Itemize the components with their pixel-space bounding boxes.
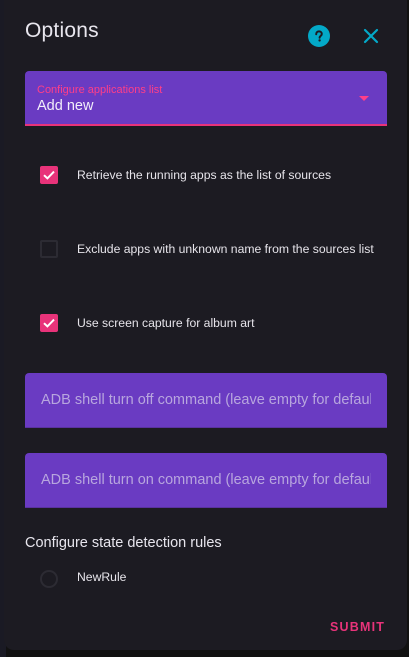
configure-applications-select[interactable]: Configure applications list Add new — [25, 71, 387, 126]
checkbox-checked[interactable] — [40, 314, 58, 332]
checkbox-label: Use screen capture for album art — [77, 316, 255, 330]
dialog-title: Options — [25, 19, 99, 42]
submit-button[interactable]: SUBMIT — [330, 620, 385, 634]
checkbox-label: Retrieve the running apps as the list of… — [77, 168, 332, 182]
state-detection-rules-title: Configure state detection rules — [25, 535, 222, 551]
adb-turn-off-command-field[interactable] — [25, 373, 387, 428]
close-icon[interactable] — [359, 24, 383, 48]
checkmark-icon — [43, 170, 55, 180]
adb-turn-on-command-input[interactable] — [41, 472, 371, 488]
checkbox-unchecked[interactable] — [40, 240, 58, 258]
rule-radio-button[interactable] — [40, 570, 58, 588]
select-label: Configure applications list — [37, 84, 163, 96]
options-dialog: Options Configure applications list Add … — [4, 0, 407, 650]
checkmark-icon — [43, 318, 55, 328]
rule-label: NewRule — [77, 570, 127, 584]
adb-turn-on-command-field[interactable] — [25, 453, 387, 508]
select-value: Add new — [37, 98, 94, 114]
checkbox-checked[interactable] — [40, 166, 58, 184]
dropdown-arrow-icon — [359, 96, 369, 101]
adb-turn-off-command-input[interactable] — [41, 392, 371, 408]
question-mark-icon[interactable] — [308, 25, 330, 47]
checkbox-label: Exclude apps with unknown name from the … — [77, 242, 374, 256]
